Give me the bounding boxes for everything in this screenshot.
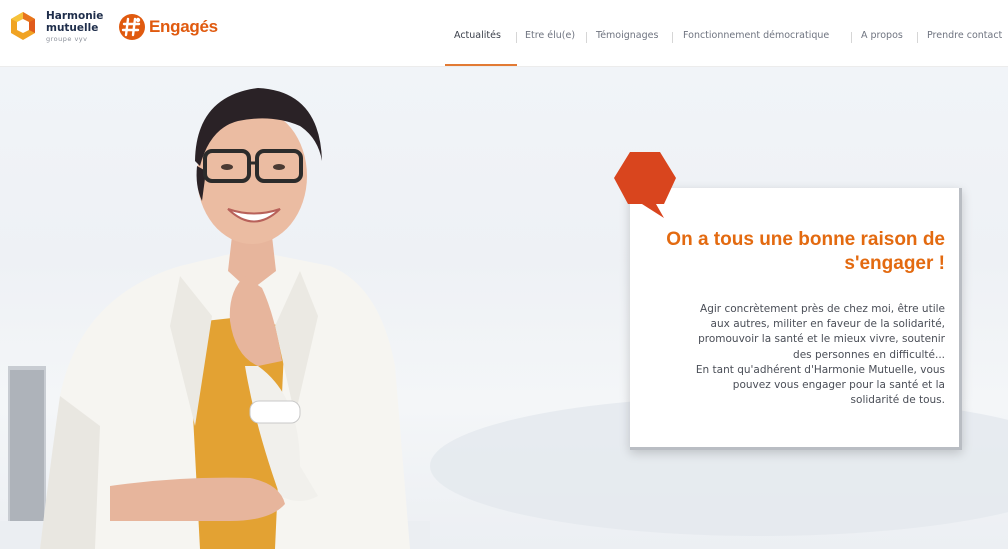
nav-item-temoignages[interactable]: Témoignages bbox=[596, 30, 658, 41]
nav-separator bbox=[516, 32, 517, 43]
nav-item-fonctionnement-democratique[interactable]: Fonctionnement démocratique bbox=[683, 30, 829, 41]
hero-text-line: En tant qu'adhérent d'Harmonie Mutuelle,… bbox=[695, 363, 945, 376]
nav-separator bbox=[917, 32, 918, 43]
hero-text-line: aux autres, militer en faveur de la soli… bbox=[710, 318, 945, 331]
nav-item-etre-elu[interactable]: Etre élu(e) bbox=[525, 30, 575, 41]
nav-separator bbox=[586, 32, 587, 43]
hero-headline-line1: On a tous une bonne raison de bbox=[666, 229, 945, 250]
main-nav: Actualités Etre élu(e) Témoignages Fonct… bbox=[0, 30, 1008, 50]
engagement-message-card: On a tous une bonne raison de s'engager … bbox=[630, 188, 962, 450]
hero-text-line: des personnes en difficulté... bbox=[793, 348, 945, 361]
speech-bubble-icon bbox=[614, 152, 676, 218]
hero-text-line: promouvoir la santé et le mieux vivre, s… bbox=[698, 333, 945, 346]
hero-text-line: solidarité de tous. bbox=[850, 394, 945, 407]
nav-item-actualites[interactable]: Actualités bbox=[454, 30, 501, 41]
nav-item-prendre-contact[interactable]: Prendre contact bbox=[927, 30, 1002, 41]
logo-harmonie-line1: Harmonie bbox=[46, 10, 104, 22]
nav-separator bbox=[672, 32, 673, 43]
hero-description: Agir concrètement près de chez moi, être… bbox=[640, 302, 945, 408]
hero-text-line: pouvez vous engager pour la santé et la bbox=[732, 379, 945, 392]
hero-headline: On a tous une bonne raison de s'engager … bbox=[640, 228, 945, 276]
nav-separator bbox=[851, 32, 852, 43]
hero-headline-line2: s'engager ! bbox=[844, 253, 945, 274]
nav-item-a-propos[interactable]: A propos bbox=[861, 30, 903, 41]
active-tab-underline bbox=[445, 64, 517, 66]
top-navigation-bar: Harmonie mutuelle groupe vyv Engagés Act… bbox=[0, 0, 1008, 67]
hero-section: On a tous une bonne raison de s'engager … bbox=[0, 66, 1008, 549]
hero-text-line: Agir concrètement près de chez moi, être… bbox=[700, 303, 945, 315]
